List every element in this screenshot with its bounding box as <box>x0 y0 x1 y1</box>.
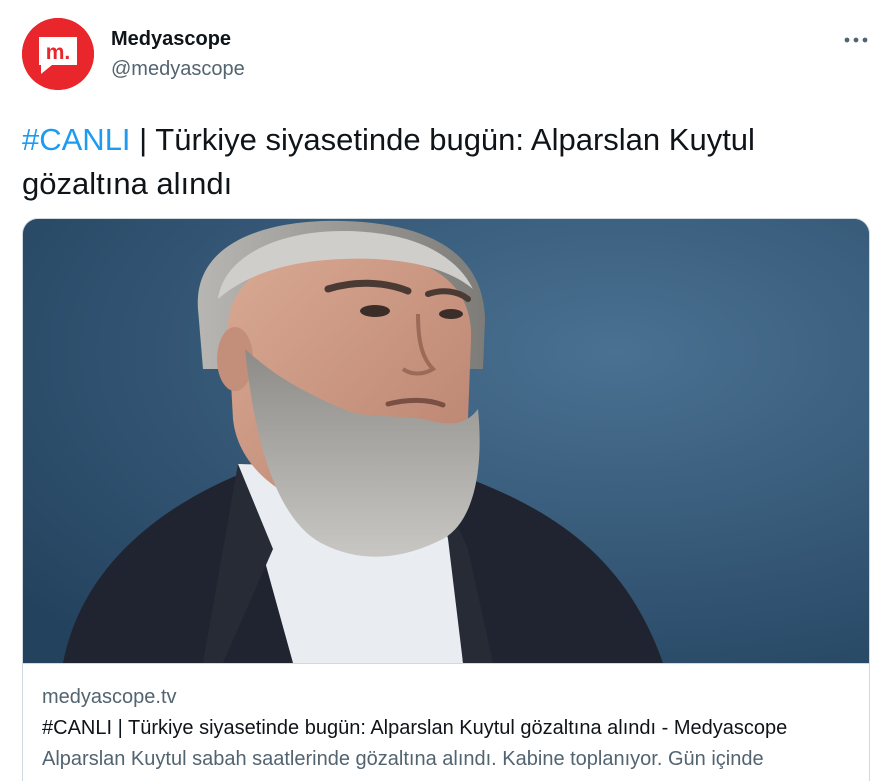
portrait-photo <box>23 219 869 663</box>
avatar[interactable]: m. <box>22 18 94 90</box>
author-name[interactable]: Medyascope <box>111 28 231 51</box>
link-card[interactable]: medyascope.tv #CANLI | Türkiye siyasetin… <box>22 218 870 781</box>
avatar-letter: m. <box>46 41 71 64</box>
tweet[interactable]: m. Medyascope @medyascope #CANLI | Türki… <box>0 0 891 781</box>
card-image[interactable] <box>23 219 869 663</box>
medyascope-logo-icon: m. <box>22 18 94 90</box>
card-description: Alparslan Kuytul sabah saatlerinde gözal… <box>42 748 764 770</box>
card-meta[interactable]: medyascope.tv #CANLI | Türkiye siyasetin… <box>23 663 869 770</box>
more-horizontal-icon <box>844 37 868 43</box>
tweet-text: #CANLI | Türkiye siyasetinde bugün: Alpa… <box>22 118 872 206</box>
author-handle[interactable]: @medyascope <box>111 58 245 81</box>
hashtag-link[interactable]: #CANLI <box>22 122 131 157</box>
card-domain: medyascope.tv <box>42 686 177 708</box>
card-title: #CANLI | Türkiye siyasetinde bugün: Alpa… <box>42 717 788 739</box>
tweet-body: | Türkiye siyasetinde bugün: Alparslan K… <box>22 122 755 201</box>
more-options-button[interactable] <box>838 26 874 54</box>
